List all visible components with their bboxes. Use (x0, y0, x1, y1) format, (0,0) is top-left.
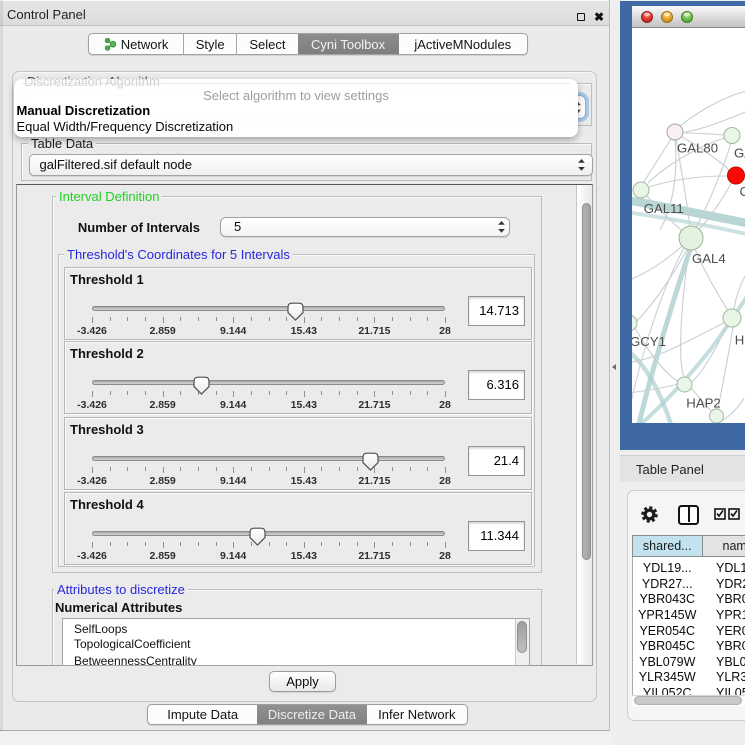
svg-text:GAL4: GAL4 (692, 251, 726, 266)
svg-text:HIS4: HIS4 (735, 333, 745, 348)
svg-text:GCY1: GCY1 (632, 334, 666, 349)
svg-text:GAL11: GAL11 (644, 201, 684, 216)
svg-text:GAL80: GAL80 (677, 141, 718, 156)
svg-text:CY: CY (740, 184, 745, 199)
svg-text:HAP2: HAP2 (686, 396, 720, 411)
svg-text:GA: GA (734, 146, 745, 161)
